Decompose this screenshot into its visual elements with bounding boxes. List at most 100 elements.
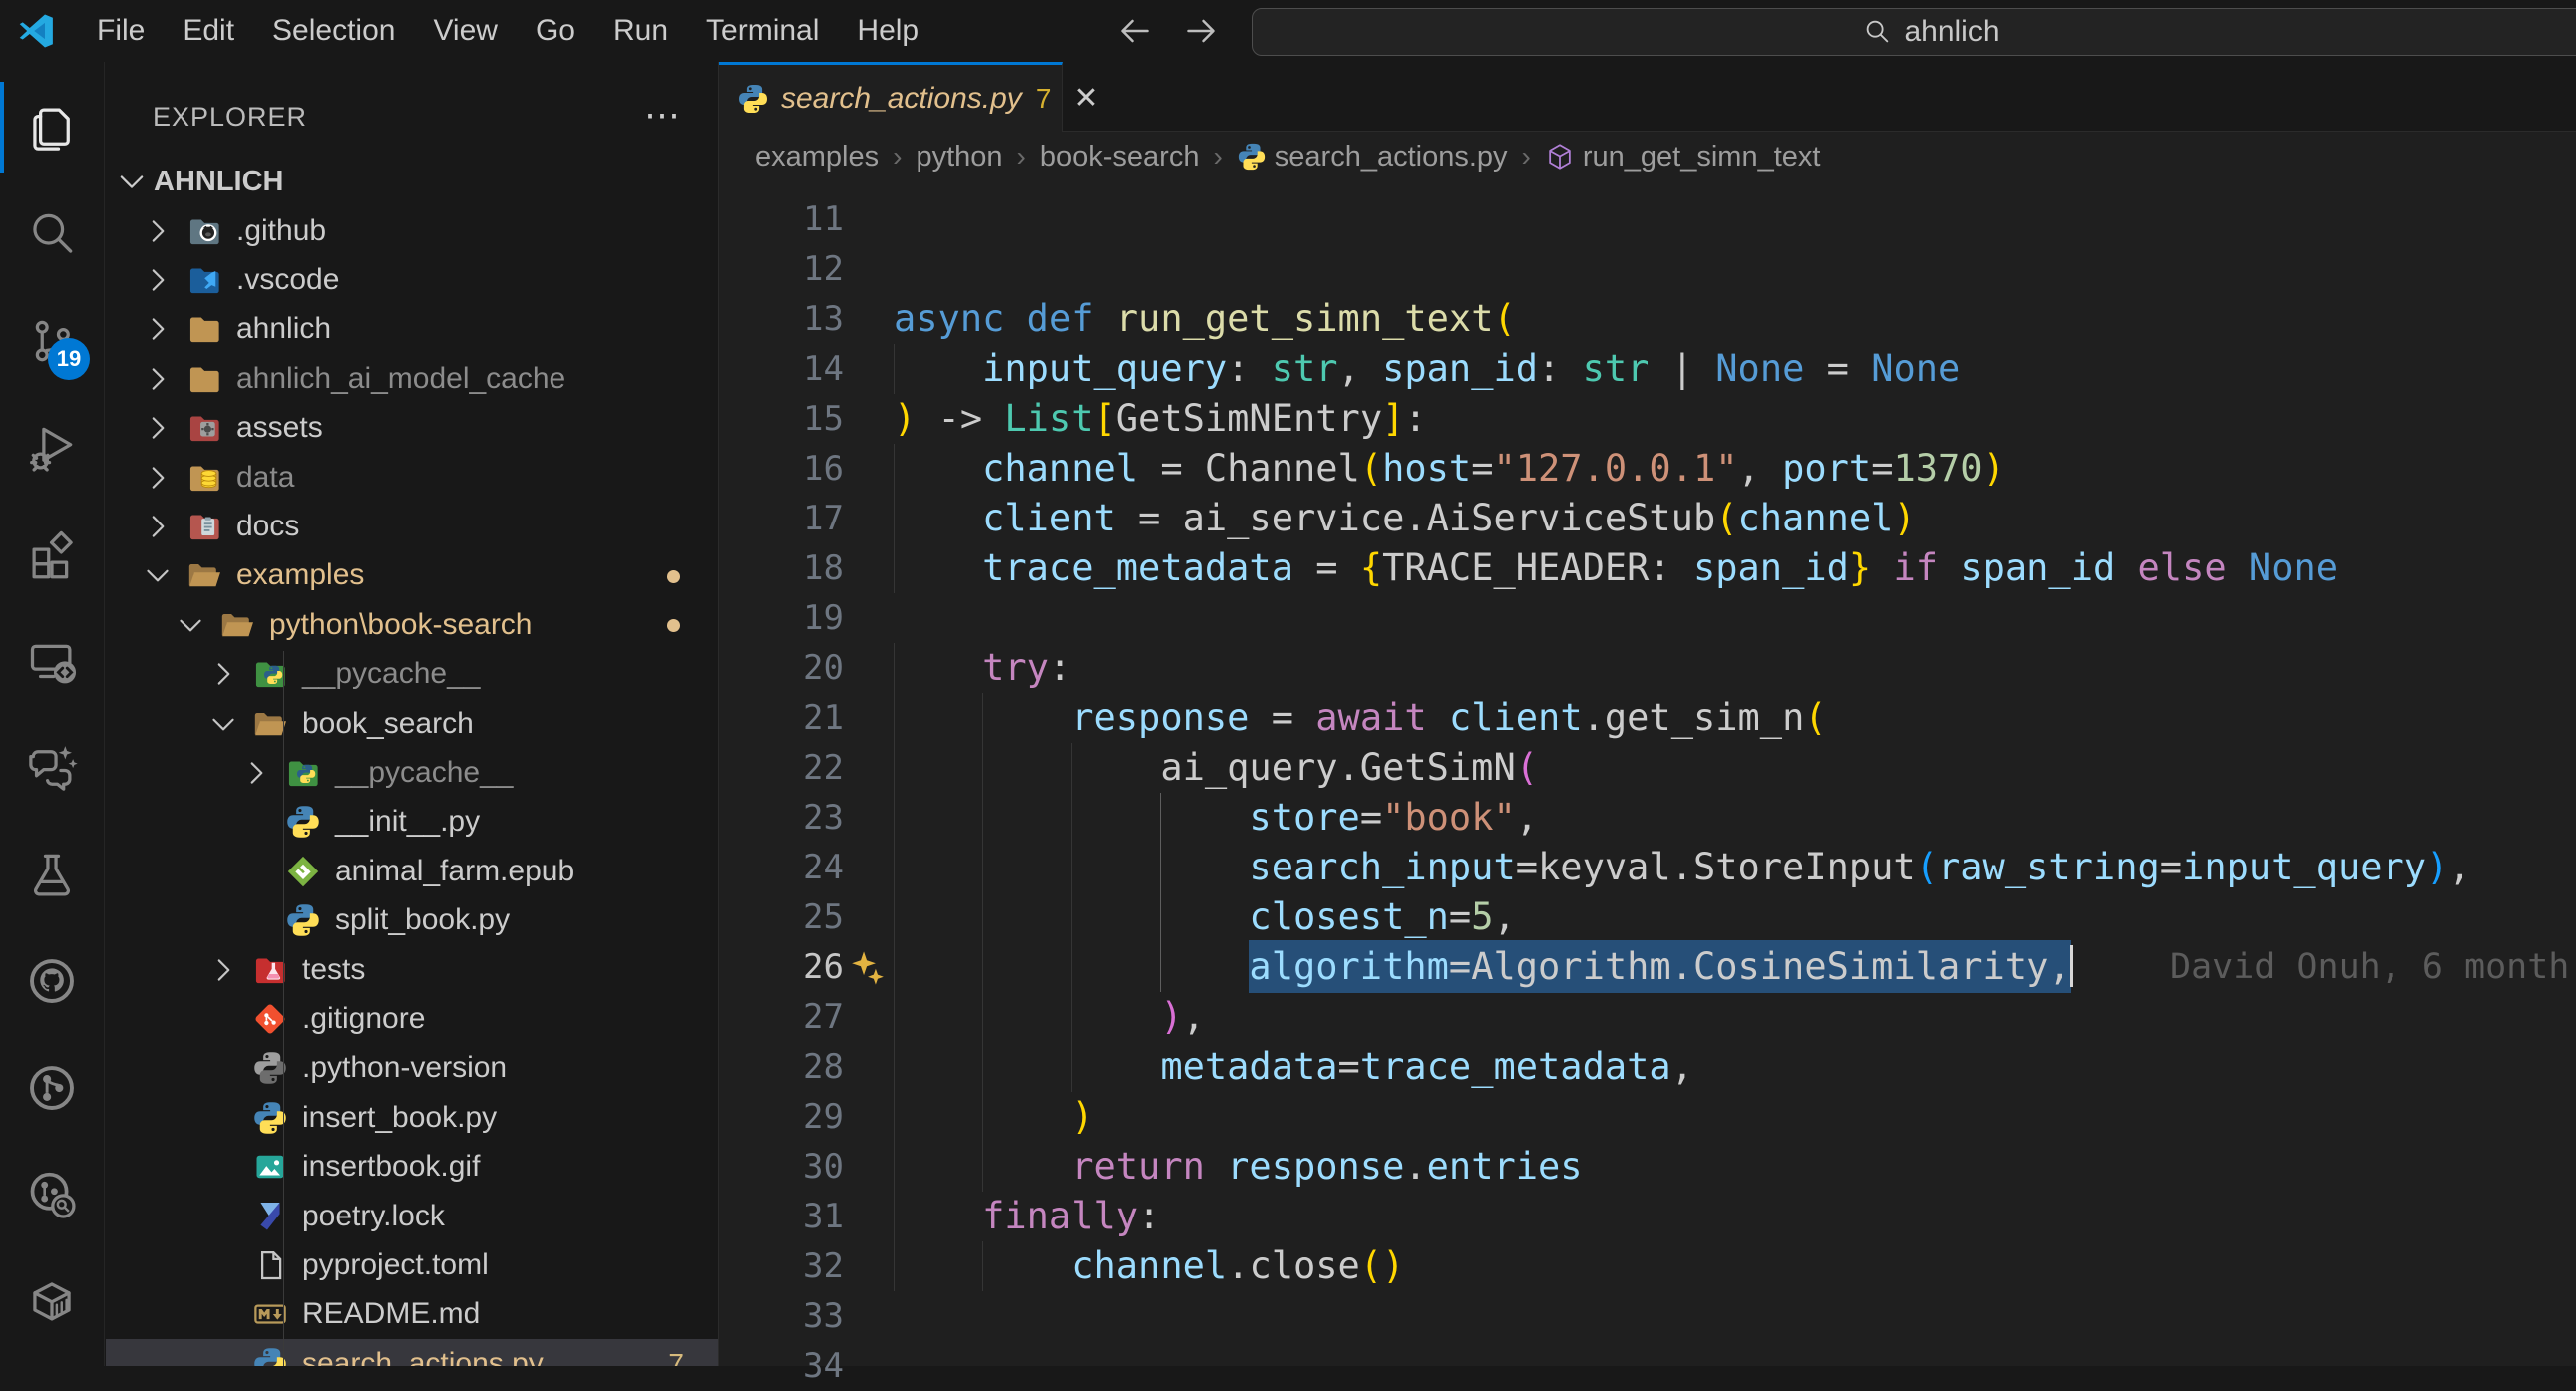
tree-item--python-version[interactable]: .python-version <box>106 1044 718 1093</box>
tree-item-python-book-search[interactable]: python\book-search <box>106 600 718 649</box>
tree-item--github[interactable]: .github <box>106 206 718 255</box>
menu-go[interactable]: Go <box>517 0 594 62</box>
activity-item-source-control[interactable]: 19 <box>0 287 104 394</box>
tree-item-ahnlich[interactable]: ahnlich <box>106 305 718 354</box>
command-center-search[interactable]: ahnlich <box>1252 8 2576 56</box>
tab-search-actions[interactable]: search_actions.py 7 ✕ <box>719 62 1063 132</box>
tree-item--init-py[interactable]: __init__.py <box>106 798 718 847</box>
activity-item-extensions[interactable] <box>0 501 104 607</box>
more-actions-icon[interactable]: ⋯ <box>644 92 682 138</box>
tree-item-ahnlich-ai-model-cache[interactable]: ahnlich_ai_model_cache <box>106 354 718 403</box>
tree-item-animal-farm-epub[interactable]: animal_farm.epub <box>106 847 718 895</box>
tree-item-poetry-lock[interactable]: poetry.lock <box>106 1192 718 1240</box>
tree-item-insert-book-py[interactable]: insert_book.py <box>106 1093 718 1142</box>
breadcrumb-item-examples[interactable]: examples <box>755 141 879 174</box>
activity-item-search[interactable] <box>0 180 104 287</box>
activity-item-containers[interactable] <box>0 1247 104 1354</box>
code-token: GetSimNEntry <box>1116 397 1382 440</box>
code-token <box>1938 546 1960 589</box>
close-icon[interactable]: ✕ <box>1073 81 1098 116</box>
code-line-30[interactable]: 30 return response.entries <box>719 1142 2576 1192</box>
menu-edit[interactable]: Edit <box>164 0 253 62</box>
breadcrumb-item-run-get-simn-text[interactable]: run_get_simn_text <box>1545 141 1821 174</box>
symbol-method-icon <box>1545 142 1575 172</box>
folder-open-icon <box>252 706 292 742</box>
menu-view[interactable]: View <box>414 0 516 62</box>
code-editor[interactable]: 111213async def run_get_simn_text(14 inp… <box>719 181 2576 1366</box>
menu-help[interactable]: Help <box>838 0 937 62</box>
menu-selection[interactable]: Selection <box>253 0 414 62</box>
tree-item--vscode[interactable]: .vscode <box>106 255 718 304</box>
menu-file[interactable]: File <box>78 0 164 62</box>
activity-item-github[interactable] <box>0 927 104 1034</box>
code-line-33[interactable]: 33 <box>719 1291 2576 1341</box>
tree-item-label: .python-version <box>302 1051 507 1085</box>
code-line-23[interactable]: 23 store="book", <box>719 793 2576 843</box>
activity-item-explorer[interactable] <box>0 74 104 180</box>
breadcrumb-item-search-actions-py[interactable]: search_actions.py <box>1237 141 1508 174</box>
tree-item-data[interactable]: data <box>106 453 718 502</box>
tree-item-examples[interactable]: examples <box>106 551 718 600</box>
activity-item-testing[interactable] <box>0 821 104 927</box>
menu-run[interactable]: Run <box>594 0 687 62</box>
activity-item-remote-explorer[interactable] <box>0 607 104 714</box>
breadcrumb-item-book-search[interactable]: book-search <box>1040 141 1200 174</box>
code-line-24[interactable]: 24 search_input=keyval.StoreInput(raw_st… <box>719 843 2576 892</box>
activity-item-gitlens-search[interactable] <box>0 1141 104 1247</box>
tree-item--gitignore[interactable]: .gitignore <box>106 994 718 1043</box>
remote-icon <box>26 635 78 687</box>
activity-item-git-graph[interactable] <box>0 1034 104 1141</box>
code-line-22[interactable]: 22 ai_query.GetSimN( <box>719 743 2576 793</box>
code-line-15[interactable]: 15) -> List[GetSimNEntry]: <box>719 394 2576 444</box>
menu-terminal[interactable]: Terminal <box>687 0 838 62</box>
code-line-16[interactable]: 16 channel = Channel(host="127.0.0.1", p… <box>719 444 2576 494</box>
code-token <box>894 945 1249 988</box>
code-line-20[interactable]: 20 try: <box>719 643 2576 693</box>
tree-item--pycache-[interactable]: __pycache__ <box>106 748 718 797</box>
code-token: , <box>1516 796 1538 839</box>
tree-item-insertbook-gif[interactable]: insertbook.gif <box>106 1142 718 1191</box>
code-line-13[interactable]: 13async def run_get_simn_text( <box>719 294 2576 344</box>
tree-item-docs[interactable]: docs <box>106 502 718 550</box>
code-line-21[interactable]: 21 response = await client.get_sim_n( <box>719 693 2576 743</box>
breadcrumb-item-python[interactable]: python <box>916 141 1002 174</box>
back-arrow-icon[interactable] <box>1115 11 1155 51</box>
tree-item-search-actions-py[interactable]: search_actions.py7 <box>106 1339 718 1366</box>
beaker-icon <box>26 849 78 900</box>
code-line-31[interactable]: 31 finally: <box>719 1192 2576 1241</box>
code-line-19[interactable]: 19 <box>719 593 2576 643</box>
code-token: = <box>1471 447 1493 490</box>
copilot-sparkle-icon[interactable] <box>849 949 887 987</box>
code-line-34[interactable]: 34 <box>719 1341 2576 1391</box>
line-number: 29 <box>719 1092 844 1142</box>
tree-item-pyproject-toml[interactable]: pyproject.toml <box>106 1240 718 1289</box>
code-line-17[interactable]: 17 client = ai_service.AiServiceStub(cha… <box>719 494 2576 543</box>
code-line-26[interactable]: 26 algorithm=Algorithm.CosineSimilarity,… <box>719 942 2576 992</box>
forward-arrow-icon[interactable] <box>1181 11 1221 51</box>
code-line-29[interactable]: 29 ) <box>719 1092 2576 1142</box>
line-number: 21 <box>719 693 844 743</box>
code-line-32[interactable]: 32 channel.close() <box>719 1241 2576 1291</box>
code-token: ) <box>1382 1244 1404 1287</box>
tree-item-tests[interactable]: tests <box>106 945 718 994</box>
code-line-12[interactable]: 12 <box>719 244 2576 294</box>
activity-item-chat[interactable] <box>0 714 104 821</box>
workspace-root-row[interactable]: AHNLICH <box>106 159 718 204</box>
tree-item-book-search[interactable]: book_search <box>106 699 718 748</box>
folder-open-icon <box>186 557 226 593</box>
activity-item-run-and-debug[interactable] <box>0 394 104 501</box>
code-token: TRACE_HEADER <box>1382 546 1649 589</box>
code-line-27[interactable]: 27 ), <box>719 992 2576 1042</box>
code-line-11[interactable]: 11 <box>719 194 2576 244</box>
tree-item-split-book-py[interactable]: split_book.py <box>106 895 718 944</box>
line-number: 23 <box>719 793 844 843</box>
tree-item-readme-md[interactable]: README.md <box>106 1290 718 1339</box>
code-token: "book" <box>1382 796 1516 839</box>
code-line-14[interactable]: 14 input_query: str, span_id: str | None… <box>719 344 2576 394</box>
tree-item--pycache-[interactable]: __pycache__ <box>106 650 718 699</box>
code-token: = <box>1804 347 1871 390</box>
tree-item-assets[interactable]: assets <box>106 404 718 453</box>
code-line-18[interactable]: 18 trace_metadata = {TRACE_HEADER: span_… <box>719 543 2576 593</box>
code-line-28[interactable]: 28 metadata=trace_metadata, <box>719 1042 2576 1092</box>
code-line-25[interactable]: 25 closest_n=5, <box>719 892 2576 942</box>
